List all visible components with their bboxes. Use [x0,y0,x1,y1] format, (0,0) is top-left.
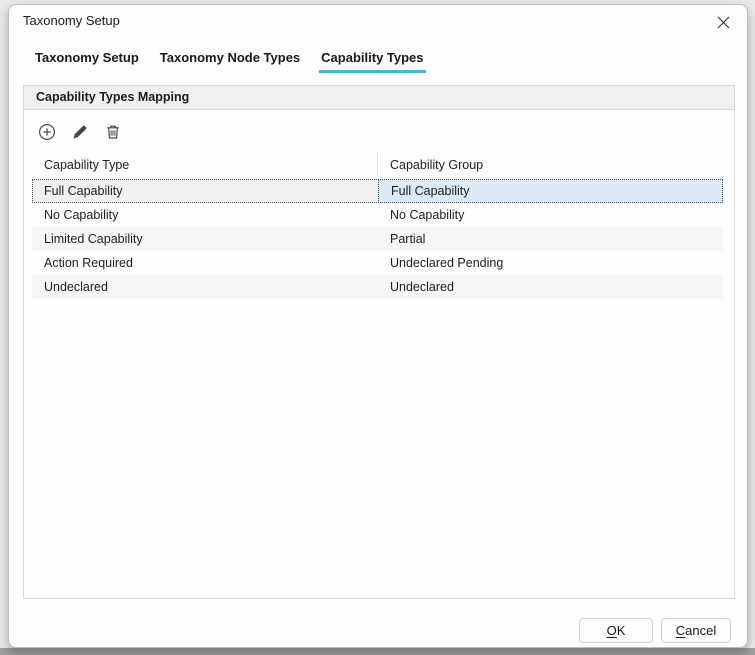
edit-button[interactable] [69,121,91,143]
ok-button[interactable]: OK [579,618,653,643]
capability-types-table: Capability Type Capability Group Full Ca… [32,152,723,299]
cancel-button-label-rest: ancel [685,623,716,638]
capability-type-cell[interactable]: Undeclared [32,275,378,299]
taxonomy-setup-dialog: Taxonomy Setup Taxonomy Setup Taxonomy N… [8,4,748,648]
delete-trash-icon [104,123,122,141]
group-title: Capability Types Mapping [36,90,189,104]
close-icon [717,16,730,29]
group-header: Capability Types Mapping [24,86,734,110]
capability-type-cell[interactable]: Action Required [32,251,378,275]
capability-type-cell[interactable]: Full Capability [32,179,378,203]
column-header-capability-type[interactable]: Capability Type [32,152,378,179]
table-row[interactable]: Full Capability Full Capability [32,179,723,203]
tab-taxonomy-setup[interactable]: Taxonomy Setup [33,50,141,73]
capability-group-cell[interactable]: Partial [378,227,723,251]
mapping-toolbar [36,121,734,143]
tab-taxonomy-node-types[interactable]: Taxonomy Node Types [158,50,302,73]
tab-capability-types[interactable]: Capability Types [319,50,425,73]
capability-type-cell[interactable]: Limited Capability [32,227,378,251]
dialog-title: Taxonomy Setup [23,13,120,28]
ok-button-label-rest: K [617,623,626,638]
capability-type-cell[interactable]: No Capability [32,203,378,227]
edit-pencil-icon [71,123,89,141]
tab-bar: Taxonomy Setup Taxonomy Node Types Capab… [33,50,443,73]
add-circle-plus-icon [38,123,56,141]
column-header-capability-group[interactable]: Capability Group [378,152,723,179]
close-button[interactable] [707,8,739,36]
delete-button[interactable] [102,121,124,143]
table-row[interactable]: No Capability No Capability [32,203,723,227]
ok-button-mnemonic: O [607,623,617,638]
table-row[interactable]: Limited Capability Partial [32,227,723,251]
background-bottom-strip [0,648,755,655]
cancel-button-mnemonic: C [676,623,685,638]
table-row[interactable]: Undeclared Undeclared [32,275,723,299]
capability-group-cell[interactable]: Undeclared [378,275,723,299]
cancel-button[interactable]: Cancel [661,618,731,643]
table-header-row: Capability Type Capability Group [32,152,723,179]
capability-group-cell[interactable]: Full Capability [378,179,723,203]
capability-group-cell[interactable]: Undeclared Pending [378,251,723,275]
capability-group-cell[interactable]: No Capability [378,203,723,227]
add-button[interactable] [36,121,58,143]
capability-types-mapping-group: Capability Types Mapping [23,85,735,599]
table-row[interactable]: Action Required Undeclared Pending [32,251,723,275]
